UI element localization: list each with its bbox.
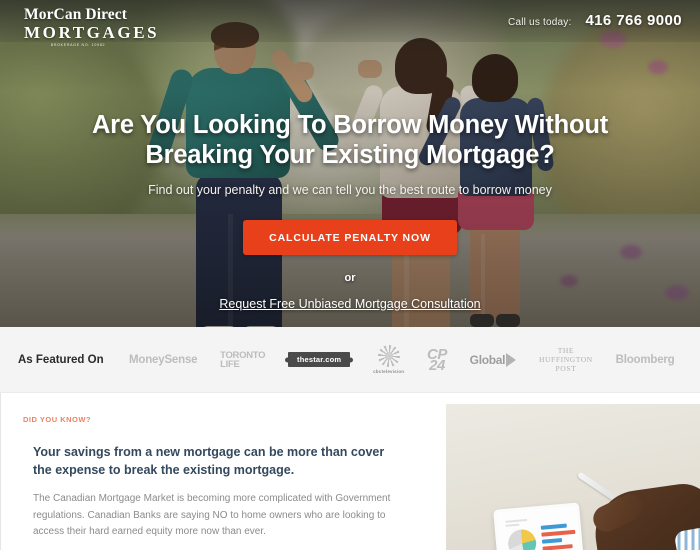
hero-section: MorCan Direct MORTGAGES BROKERAGE NO. 10… — [0, 0, 700, 327]
did-you-know-eyebrow: DID YOU KNOW? — [23, 415, 92, 424]
hero-subheadline: Find out your penalty and we can tell yo… — [148, 183, 552, 197]
or-divider-text: or — [344, 272, 356, 284]
content-image-column — [438, 393, 700, 550]
logo-subtext: BROKERAGE NO. 10982 — [50, 43, 106, 47]
press-logo-list: MoneySense TORONTO LIFE thestar.com cbct… — [104, 345, 686, 374]
press-logo-huffington-post: THE HUFFINGTON POST — [539, 346, 593, 373]
press-logo-toronto-life: TORONTO LIFE — [220, 350, 265, 370]
press-logo-global: Global — [469, 352, 517, 367]
did-you-know-section: DID YOU KNOW? Your savings from a new mo… — [0, 393, 700, 550]
tablet-photo — [446, 404, 700, 550]
logo-line-primary: MorCan Direct — [24, 6, 128, 23]
cbc-wordmark: cbctelevision — [373, 369, 405, 374]
press-logo-cp24: CP 24 — [427, 347, 447, 374]
thestar-wordmark: thestar.com — [288, 352, 351, 367]
press-logo-cbc-television: cbctelevision — [373, 345, 404, 374]
tablet-pie-chart — [506, 528, 538, 550]
bloomberg-wordmark: Bloomberg — [615, 353, 675, 366]
call-us-block: Call us today: 416 766 9000 — [508, 12, 682, 29]
press-logo-moneysense: MoneySense — [129, 353, 198, 366]
request-consultation-link[interactable]: Request Free Unbiased Mortgage Consultat… — [219, 297, 480, 311]
call-us-label: Call us today: — [508, 17, 572, 28]
press-logo-bloomberg: Bloomberg — [616, 354, 675, 366]
huffpost-line1: THE — [557, 346, 575, 355]
moneysense-wordmark: MoneySense — [129, 353, 198, 366]
cbc-gem-icon — [377, 345, 400, 367]
phone-number[interactable]: 416 766 9000 — [585, 12, 682, 29]
hero-headline: Are You Looking To Borrow Money Without … — [91, 111, 609, 169]
content-lead-statement: Your savings from a new mortgage can be … — [33, 445, 385, 477]
press-logo-thestar: thestar.com — [288, 352, 351, 367]
content-text-column: DID YOU KNOW? Your savings from a new mo… — [0, 393, 438, 550]
as-featured-on-label: As Featured On — [18, 353, 104, 366]
cp24-line2: 24 — [429, 356, 445, 374]
huffpost-line2: HUFFINGTON — [539, 355, 593, 364]
global-arrow-icon — [506, 352, 517, 367]
landing-page: MorCan Direct MORTGAGES BROKERAGE NO. 10… — [0, 0, 700, 550]
calculate-penalty-button[interactable]: CALCULATE PENALTY NOW — [243, 220, 457, 255]
content-body-paragraph: The Canadian Mortgage Market is becoming… — [33, 493, 391, 537]
global-wordmark: Global — [469, 352, 506, 367]
tablet-device — [493, 502, 585, 550]
logo-line-secondary: MORTGAGES — [24, 23, 160, 42]
hero-content: Are You Looking To Borrow Money Without … — [0, 0, 700, 327]
as-featured-on-bar: As Featured On MoneySense TORONTO LIFE t… — [0, 327, 700, 393]
huffpost-line3: POST — [555, 364, 577, 373]
site-logo[interactable]: MorCan Direct MORTGAGES BROKERAGE NO. 10… — [24, 6, 159, 47]
toronto-life-line2: LIFE — [220, 358, 240, 370]
